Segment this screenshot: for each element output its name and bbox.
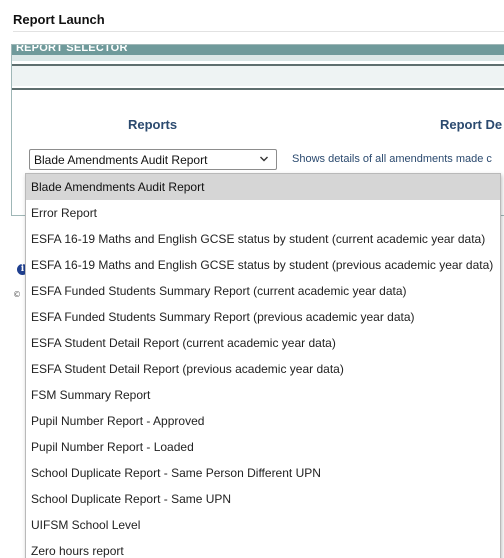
report-selector-header-label: REPORT SELECTOR [16, 45, 128, 54]
dropdown-option[interactable]: FSM Summary Report [26, 382, 500, 408]
panel-band-middle [12, 66, 504, 86]
report-launch-page: Report Launch REPORT SELECTOR Reports Re… [0, 0, 504, 558]
dropdown-option[interactable]: Pupil Number Report - Approved [26, 408, 500, 434]
dropdown-option[interactable]: UIFSM School Level [26, 512, 500, 538]
report-description: Shows details of all amendments made c [292, 153, 492, 165]
reports-column-header: Reports [128, 117, 178, 132]
report-details-column-header: Report De [440, 117, 503, 132]
report-selector-header: REPORT SELECTOR [12, 45, 504, 55]
report-dropdown-list: Blade Amendments Audit Report Error Repor… [25, 173, 501, 558]
dropdown-option[interactable]: ESFA 16-19 Maths and English GCSE status… [26, 226, 500, 252]
report-select[interactable]: Blade Amendments Audit Report [29, 149, 277, 170]
dropdown-option[interactable]: Zero hours report [26, 538, 500, 558]
dropdown-option[interactable]: ESFA Student Detail Report (current acad… [26, 330, 500, 356]
dropdown-option[interactable]: Pupil Number Report - Loaded [26, 434, 500, 460]
chevron-down-icon [260, 156, 268, 162]
dropdown-option[interactable]: Error Report [26, 200, 500, 226]
dropdown-option[interactable]: ESFA 16-19 Maths and English GCSE status… [26, 252, 500, 278]
copyright-icon: © [13, 290, 21, 299]
dropdown-option[interactable]: School Duplicate Report - Same UPN [26, 486, 500, 512]
panel-band-top [12, 55, 504, 61]
title-divider [13, 31, 504, 32]
dropdown-option[interactable]: ESFA Student Detail Report (previous aca… [26, 356, 500, 382]
dropdown-option[interactable]: School Duplicate Report - Same Person Di… [26, 460, 500, 486]
dropdown-option[interactable]: ESFA Funded Students Summary Report (pre… [26, 304, 500, 330]
page-title: Report Launch [13, 12, 105, 27]
report-select-value: Blade Amendments Audit Report [34, 153, 208, 167]
dropdown-option[interactable]: ESFA Funded Students Summary Report (cur… [26, 278, 500, 304]
panel-divider-bottom [12, 88, 504, 90]
dropdown-option[interactable]: Blade Amendments Audit Report [26, 174, 500, 200]
